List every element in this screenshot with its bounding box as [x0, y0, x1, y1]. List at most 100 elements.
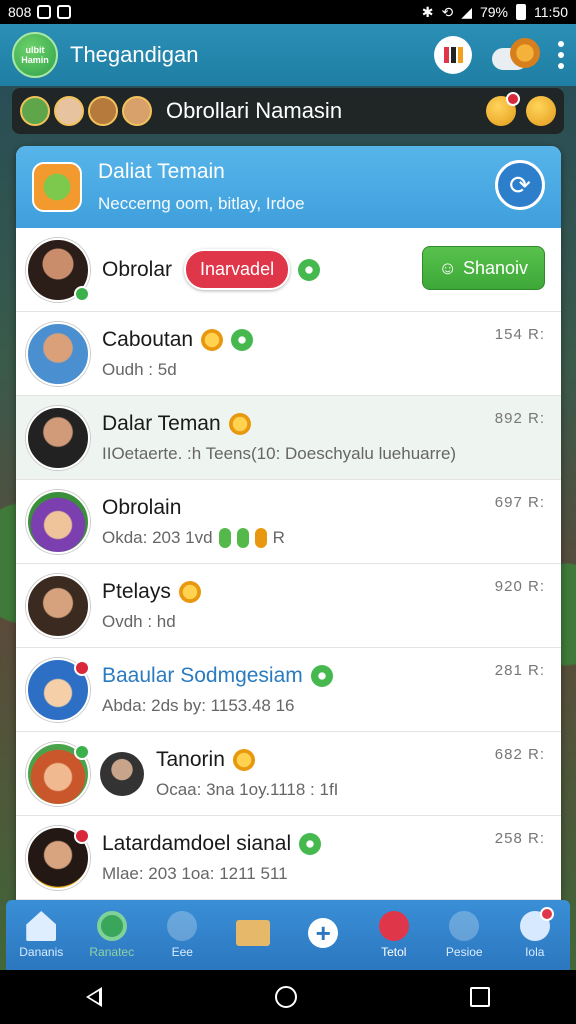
nav-label: Tetol [381, 945, 407, 959]
chat-time: 697 R: [494, 494, 545, 511]
app-header: ulbit Hamin Thegandigan [0, 24, 576, 86]
chat-time: 154 R: [494, 326, 545, 343]
chat-list: Obrolar Inarvadel ☺ Shanoiv Caboutan Oud… [16, 228, 561, 900]
nav-home[interactable]: Dananis [6, 900, 77, 970]
panel-icon [32, 162, 82, 212]
list-item[interactable]: Obrolar Inarvadel ☺ Shanoiv [16, 228, 561, 312]
panel-subtitle: Neccerng oom, bitlay, Irdoe [98, 194, 305, 213]
reaction-icon[interactable] [486, 92, 520, 126]
banner-title: Obrollari Namasin [166, 98, 343, 123]
chat-name: Latardamdoel sianal [102, 831, 292, 855]
chat-preview: Abda: 2ds by: 1153.48 16 [102, 695, 295, 715]
recents-icon[interactable] [469, 987, 490, 1007]
friends-panel: Daliat Temain Neccerng oom, bitlay, Irdo… [16, 146, 561, 906]
panel-title: Daliat Temain [98, 160, 225, 183]
avatar [122, 96, 152, 126]
action-label: Shanoiv [462, 257, 528, 278]
nav-label: Pesioe [445, 945, 483, 959]
nav-clock[interactable]: Eee [147, 900, 218, 970]
chat-preview: Mlae: 203 1oa: 1211 511 [102, 863, 288, 883]
status-badge[interactable]: Inarvadel [184, 249, 291, 290]
avatar [100, 751, 144, 796]
coin-icon [178, 580, 201, 603]
nav-add[interactable]: + [288, 900, 359, 970]
smile-icon [228, 412, 251, 435]
list-item[interactable]: Latardamdoel sianal Mlae: 203 1oa: 1211 … [16, 816, 561, 900]
back-icon[interactable] [86, 987, 103, 1007]
list-item[interactable]: Dalar Teman IIOetaerte. :h Teens(10: Doe… [16, 396, 561, 480]
cloud-sun-icon[interactable] [490, 38, 540, 72]
clock-icon [167, 911, 198, 941]
list-item[interactable]: Tanorin Ocaa: 3na 1oy.1118 : 1fI 682 R: [16, 732, 561, 816]
avatar [26, 657, 90, 722]
coin-icon [232, 748, 255, 771]
person-icon [378, 911, 409, 941]
notification-badge [74, 659, 90, 676]
notification-icon-2 [57, 5, 72, 19]
nav-mail[interactable] [218, 900, 289, 970]
chat-name: Dalar Teman [102, 411, 221, 435]
profile-badge-icon[interactable] [434, 36, 472, 74]
bottom-nav: Dananis Ranatec Eee + Tetol Pesioe Iola [6, 900, 570, 970]
wifi-icon: ◢ [461, 3, 472, 20]
chat-time: 258 R: [494, 830, 545, 847]
status-bar: 808 ✱ ⟲ ◢ 79% 11:50 [0, 0, 576, 24]
chat-preview: Okda: 203 1vd [102, 527, 213, 547]
nav-label: Iola [525, 945, 545, 959]
logo-text: ulbit Hamin [21, 45, 49, 65]
community-banner[interactable]: Obrollari Namasin [12, 88, 564, 134]
cloud-icon [231, 328, 254, 351]
nav-label: Ranatec [89, 945, 135, 959]
sync-status-icon: ⟲ [441, 3, 454, 20]
ring-icon [96, 911, 127, 941]
drop-icon [236, 527, 249, 548]
plus-icon: + [308, 918, 339, 948]
bluetooth-icon: ✱ [421, 3, 434, 20]
chat-preview-suffix: R [272, 527, 285, 547]
avatar [26, 825, 90, 890]
chat-preview: Oudh : 5d [102, 359, 177, 379]
chat-preview: Ovdh : hd [102, 611, 176, 631]
panel-header: Daliat Temain Neccerng oom, bitlay, Irdo… [16, 146, 561, 228]
bear-icon[interactable] [526, 96, 556, 126]
nav-label: Eee [171, 945, 193, 959]
avatar [26, 237, 90, 302]
coin-icon [201, 328, 224, 351]
nav-person[interactable]: Tetol [359, 900, 430, 970]
chat-preview: IIOetaerte. :h Teens(10: Doeschyalu lueh… [102, 443, 457, 463]
app-logo[interactable]: ulbit Hamin [12, 32, 58, 78]
online-badge [74, 743, 90, 760]
home-circle-icon[interactable] [274, 986, 297, 1008]
nav-label: Dananis [19, 945, 64, 959]
chat-time: 920 R: [494, 578, 545, 595]
chat-name: Caboutan [102, 327, 194, 351]
status-time: 11:50 [534, 4, 568, 20]
list-item[interactable]: Baaular Sodmgesiam Abda: 2ds by: 1153.48… [16, 648, 561, 732]
nav-search[interactable]: Pesioe [429, 900, 500, 970]
chat-time: 682 R: [494, 746, 545, 763]
avatar [26, 489, 90, 554]
avatar [26, 741, 90, 806]
avatar [26, 573, 90, 638]
nav-cat[interactable]: Iola [500, 900, 571, 970]
face-icon: ☺ [438, 257, 457, 278]
list-item[interactable]: Ptelays Ovdh : hd 920 R: [16, 564, 561, 648]
search-globe-icon [449, 911, 480, 941]
list-item[interactable]: Obrolain Okda: 203 1vd R 697 R: [16, 480, 561, 564]
cloud-icon [310, 664, 333, 687]
avatar [54, 96, 84, 126]
nav-ring[interactable]: Ranatec [77, 900, 148, 970]
sync-icon[interactable]: ⟳ [495, 160, 545, 210]
chat-name: Ptelays [102, 579, 171, 603]
cloud-icon [298, 258, 321, 281]
list-item[interactable]: Caboutan Oudh : 5d 154 R: [16, 312, 561, 396]
app-title: Thegandigan [70, 42, 199, 67]
cat-icon [519, 907, 554, 941]
system-nav-bar [0, 970, 576, 1024]
status-left-text: 808 [8, 4, 32, 20]
kebab-menu-icon[interactable] [558, 41, 564, 69]
online-badge [74, 285, 90, 302]
chat-name: Tanorin [156, 747, 225, 771]
action-button[interactable]: ☺ Shanoiv [421, 246, 545, 290]
chat-name: Obrolain [102, 495, 182, 519]
